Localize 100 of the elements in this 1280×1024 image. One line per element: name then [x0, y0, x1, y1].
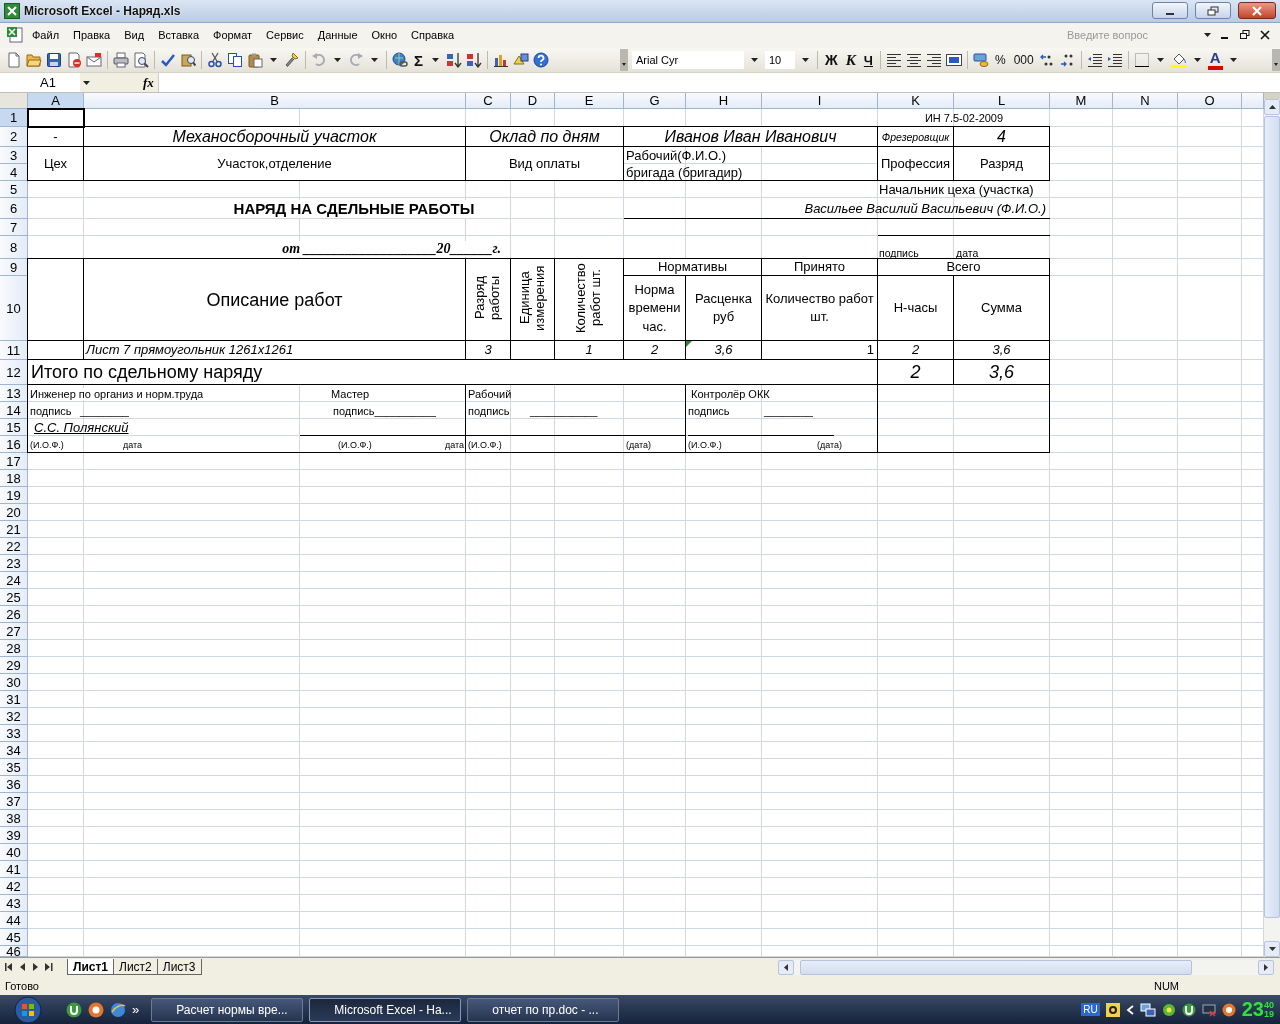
- align-center-icon[interactable]: [906, 52, 922, 69]
- row-header[interactable]: 38: [0, 810, 28, 828]
- menu-item[interactable]: Файл: [26, 27, 66, 44]
- row-header[interactable]: 11: [0, 341, 28, 361]
- row-header[interactable]: 40: [0, 844, 28, 862]
- taskbar-button[interactable]: Microsoft Excel - На...: [309, 997, 462, 1022]
- close-icon[interactable]: [1260, 30, 1270, 41]
- column-header[interactable]: L: [954, 93, 1050, 110]
- dropdown-caret-icon[interactable]: [371, 58, 378, 63]
- first-sheet-icon[interactable]: [5, 963, 14, 972]
- row-header[interactable]: 42: [0, 878, 28, 896]
- row-header[interactable]: 15: [0, 419, 28, 437]
- row-header[interactable]: 4: [0, 164, 28, 182]
- row-header[interactable]: 22: [0, 538, 28, 556]
- align-right-icon[interactable]: [926, 52, 942, 69]
- row-header[interactable]: 14: [0, 402, 28, 420]
- decrease-indent-icon[interactable]: [1086, 52, 1103, 69]
- globe-link-icon[interactable]: [392, 52, 408, 69]
- help-icon[interactable]: [533, 52, 549, 69]
- row-header[interactable]: 33: [0, 725, 28, 743]
- column-header[interactable]: H: [686, 93, 762, 110]
- document-stop-icon[interactable]: [66, 52, 82, 69]
- row-header[interactable]: 10: [0, 276, 28, 342]
- toolbar-options-icon[interactable]: [620, 49, 628, 72]
- column-header[interactable]: E: [555, 93, 624, 110]
- dropdown-caret-icon[interactable]: [1204, 33, 1211, 38]
- dropdown-caret-icon[interactable]: [802, 58, 809, 63]
- scrollbar-thumb[interactable]: [1264, 116, 1280, 919]
- currency-icon[interactable]: [973, 52, 989, 69]
- font-name-field[interactable]: Arial Cyr: [632, 51, 744, 70]
- scroll-up-button[interactable]: [1264, 99, 1280, 116]
- minimize-button[interactable]: [1152, 2, 1188, 20]
- restore-button[interactable]: [1195, 2, 1231, 20]
- column-header[interactable]: I: [762, 93, 878, 110]
- row-header[interactable]: 45: [0, 929, 28, 947]
- format-painter-icon[interactable]: [284, 52, 300, 69]
- autosum-button[interactable]: Σ: [412, 50, 425, 71]
- row-header[interactable]: 1: [0, 109, 28, 128]
- row-header[interactable]: 18: [0, 470, 28, 488]
- column-header[interactable]: B: [84, 93, 466, 110]
- row-header[interactable]: 16: [0, 436, 28, 454]
- column-header[interactable]: G: [624, 93, 686, 110]
- row-header[interactable]: 23: [0, 555, 28, 573]
- ring-logo-icon[interactable]: [1221, 1002, 1236, 1017]
- close-button[interactable]: [1238, 2, 1276, 20]
- formula-field[interactable]: [157, 73, 1280, 93]
- envelope-icon[interactable]: [86, 52, 102, 69]
- menu-item[interactable]: Формат: [207, 27, 259, 44]
- scroll-left-button[interactable]: [778, 959, 794, 975]
- sheet-tab[interactable]: Лист1: [67, 959, 115, 976]
- row-header[interactable]: 17: [0, 453, 28, 471]
- row-header[interactable]: 44: [0, 912, 28, 930]
- copy-icon[interactable]: [227, 52, 243, 69]
- underline-button[interactable]: Ч: [861, 50, 875, 71]
- row-header[interactable]: 2: [0, 127, 28, 148]
- book-magnifier-icon[interactable]: [180, 52, 196, 69]
- quick-launch-more[interactable]: »: [132, 1002, 140, 1018]
- row-header[interactable]: 5: [0, 181, 28, 199]
- menu-item[interactable]: Справка: [405, 27, 461, 44]
- row-header[interactable]: 31: [0, 691, 28, 709]
- dropdown-caret-icon[interactable]: [1156, 58, 1164, 63]
- row-header[interactable]: 6: [0, 198, 28, 220]
- column-header[interactable]: D: [511, 93, 555, 110]
- torrent-client-icon[interactable]: [66, 1001, 82, 1018]
- thousands-separator-button[interactable]: 000: [1011, 50, 1036, 71]
- row-header[interactable]: 12: [0, 360, 28, 386]
- browser-icon[interactable]: [110, 1001, 126, 1018]
- next-sheet-icon[interactable]: [32, 963, 38, 972]
- menu-item[interactable]: Вставка: [152, 27, 205, 44]
- scroll-down-button[interactable]: [1264, 941, 1280, 958]
- monitor-icon[interactable]: [1201, 1002, 1216, 1017]
- row-header[interactable]: 32: [0, 708, 28, 726]
- column-header[interactable]: A: [28, 93, 84, 110]
- menu-item[interactable]: Правка: [67, 27, 117, 44]
- print-preview-icon[interactable]: [133, 52, 149, 69]
- dropdown-caret-icon[interactable]: [432, 58, 439, 63]
- new-document-icon[interactable]: [6, 52, 22, 69]
- row-header[interactable]: 21: [0, 521, 28, 539]
- dropdown-caret-icon[interactable]: [1229, 58, 1237, 63]
- toolbar-options-icon[interactable]: [1272, 49, 1280, 72]
- column-header[interactable]: M: [1050, 93, 1113, 110]
- row-header[interactable]: 8: [0, 236, 28, 260]
- merge-center-icon[interactable]: [946, 52, 962, 69]
- sheet-tab[interactable]: Лист2: [113, 959, 158, 976]
- row-header[interactable]: 39: [0, 827, 28, 845]
- save-icon[interactable]: [46, 52, 62, 69]
- sort-ascending-icon[interactable]: [446, 52, 462, 69]
- column-header[interactable]: K: [878, 93, 954, 110]
- row-header[interactable]: 29: [0, 657, 28, 675]
- language-indicator[interactable]: RU: [1081, 1003, 1100, 1017]
- row-header[interactable]: 41: [0, 861, 28, 879]
- spelling-check-icon[interactable]: [160, 52, 176, 69]
- chevron-left-icon[interactable]: [1125, 1004, 1134, 1015]
- dropdown-caret-icon[interactable]: [270, 58, 277, 63]
- menu-item[interactable]: Данные: [311, 27, 364, 44]
- menu-item[interactable]: Окно: [365, 27, 404, 44]
- previous-sheet-icon[interactable]: [20, 963, 26, 972]
- row-header[interactable]: 27: [0, 623, 28, 641]
- bold-button[interactable]: Ж: [823, 50, 840, 71]
- percent-style-button[interactable]: %: [993, 50, 1008, 71]
